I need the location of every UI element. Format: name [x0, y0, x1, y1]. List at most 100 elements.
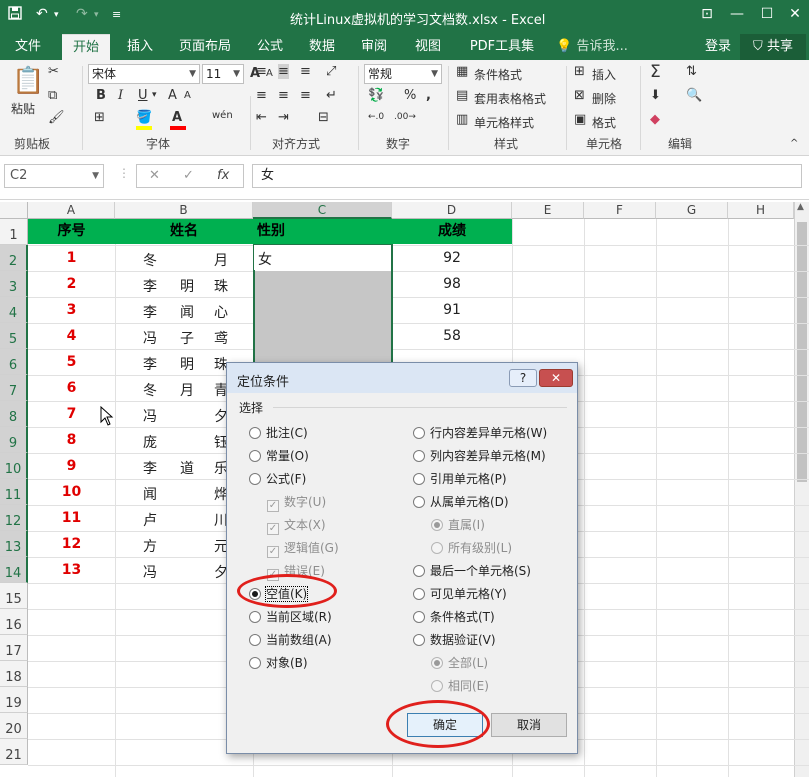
align-right-icon[interactable]: ≡ [300, 88, 311, 103]
orientation-icon[interactable]: ⤢ [326, 64, 336, 79]
row-header-18[interactable]: 18 [0, 661, 28, 687]
border-icon[interactable]: ⊞ [94, 110, 105, 125]
cell-id[interactable]: 8 [28, 432, 115, 448]
cell-id[interactable]: 10 [28, 484, 115, 500]
row-header-14[interactable]: 14 [0, 557, 28, 583]
option-right-7[interactable]: 可见单元格(Y) [413, 586, 507, 602]
login-link[interactable]: 登录 [700, 34, 736, 60]
paste-icon[interactable]: 📋 [12, 66, 44, 96]
table-format-icon[interactable]: ▤ [456, 88, 468, 103]
conditional-format-button[interactable]: 条件格式 [474, 66, 522, 83]
ok-button[interactable]: 确定 [407, 713, 483, 737]
scroll-up-icon[interactable]: ▲ [797, 202, 804, 212]
row-header-19[interactable]: 19 [0, 687, 28, 713]
cell-name-char[interactable]: 冬 [143, 380, 157, 400]
wrap-text-icon[interactable]: ↵ [326, 88, 337, 103]
row-header-7[interactable]: 7 [0, 375, 28, 401]
close-icon[interactable]: ✕ [780, 6, 809, 22]
format-painter-icon[interactable]: 🖌 [48, 110, 65, 125]
vertical-scrollbar[interactable]: ▲ [794, 202, 809, 777]
row-header-15[interactable]: 15 [0, 583, 28, 609]
dialog-titlebar[interactable]: 定位条件 ? ✕ [227, 363, 577, 393]
align-middle-icon[interactable]: ≡ [278, 64, 289, 79]
cell-name-char[interactable]: 冯 [143, 328, 157, 348]
cell-id[interactable]: 12 [28, 536, 115, 552]
minimize-icon[interactable]: — [722, 6, 752, 22]
cell-id[interactable]: 3 [28, 302, 115, 318]
tab-home[interactable]: 开始 [62, 34, 110, 60]
shrink-font-icon[interactable]: A [266, 68, 273, 79]
cell-name-char[interactable]: 月 [214, 250, 228, 270]
column-header-e[interactable]: E [512, 202, 584, 219]
row-header-3[interactable]: 3 [0, 271, 28, 297]
font-size-select[interactable]: 11 ▼ [202, 64, 244, 84]
italic-button[interactable]: I [118, 88, 123, 103]
option-left-8[interactable]: 当前区域(R) [249, 609, 332, 625]
row-header-6[interactable]: 6 [0, 349, 28, 375]
tab-view[interactable]: 视图 [406, 34, 450, 60]
scrollbar-thumb[interactable] [797, 222, 807, 482]
cell-name-char[interactable]: 明 [180, 354, 194, 374]
option-right-0[interactable]: 行内容差异单元格(W) [413, 425, 547, 441]
option-left-10[interactable]: 对象(B) [249, 655, 308, 671]
cell-name-char[interactable]: 李 [143, 354, 157, 374]
row-header-1[interactable]: 1 [0, 219, 28, 245]
row-header-4[interactable]: 4 [0, 297, 28, 323]
increase-decimal-icon[interactable]: ←.0 [368, 112, 384, 122]
delete-cells-icon[interactable]: ⊠ [574, 88, 585, 103]
fill-icon[interactable]: ⬇ [650, 88, 661, 103]
column-header-f[interactable]: F [584, 202, 656, 219]
cell-name-char[interactable]: 子 [180, 328, 194, 348]
tab-insert[interactable]: 插入 [118, 34, 162, 60]
row-header-8[interactable]: 8 [0, 401, 28, 427]
row-header-20[interactable]: 20 [0, 713, 28, 739]
number-format-select[interactable]: 常规 ▼ [364, 64, 442, 84]
autosum-icon[interactable]: Σ [650, 62, 661, 82]
underline-button[interactable]: U [138, 88, 148, 103]
align-top-icon[interactable]: ≡ [256, 64, 267, 79]
cancel-icon[interactable]: ✕ [149, 168, 160, 183]
cell-name-char[interactable]: 闻 [143, 484, 157, 504]
cell-name-char[interactable]: 方 [143, 536, 157, 556]
cell-score[interactable]: 92 [392, 250, 512, 266]
chevron-down-icon[interactable]: ▾ [152, 90, 157, 100]
option-right-2[interactable]: 引用单元格(P) [413, 471, 507, 487]
ribbon-options-icon[interactable]: ⊡ [692, 6, 722, 22]
grow-font-icon-2[interactable]: A [168, 88, 177, 103]
copy-icon[interactable]: ⧉ [48, 88, 57, 103]
column-header-d[interactable]: D [392, 202, 512, 219]
option-left-0[interactable]: 批注(C) [249, 425, 308, 441]
comma-button[interactable]: , [426, 88, 431, 103]
maximize-icon[interactable]: ☐ [752, 6, 782, 22]
column-header-h[interactable]: H [728, 202, 794, 219]
tab-file[interactable]: 文件 [6, 34, 50, 60]
help-button[interactable]: ? [509, 369, 537, 387]
format-cells-icon[interactable]: ▣ [574, 112, 586, 127]
tab-pdf-tools[interactable]: PDF工具集 [462, 34, 542, 60]
sort-filter-icon[interactable]: ⇅ [686, 64, 697, 79]
phonetic-icon[interactable]: wén [212, 110, 233, 121]
option-right-3[interactable]: 从属单元格(D) [413, 494, 509, 510]
font-name-select[interactable]: 宋体 ▼ [88, 64, 200, 84]
formula-input[interactable]: 女 [252, 164, 802, 188]
cell-id[interactable]: 13 [28, 562, 115, 578]
clear-icon[interactable]: ◆ [650, 112, 660, 127]
increase-indent-icon[interactable]: ⇥ [278, 110, 289, 125]
cell-score[interactable]: 58 [392, 328, 512, 344]
header-cell-score[interactable]: 成绩 [392, 219, 512, 244]
redo-dropdown-icon[interactable]: ▾ [94, 10, 99, 20]
cell-name-char[interactable]: 李 [143, 302, 157, 322]
cell-name-char[interactable]: 闻 [180, 302, 194, 322]
option-left-9[interactable]: 当前数组(A) [249, 632, 332, 648]
paste-label[interactable]: 粘贴 [11, 100, 35, 117]
tell-me-box[interactable]: 💡 告诉我... [552, 34, 632, 60]
collapse-ribbon-icon[interactable]: ^ [790, 138, 798, 149]
option-left-1[interactable]: 常量(O) [249, 448, 309, 464]
name-box[interactable]: C2 ▼ [4, 164, 104, 188]
row-header-5[interactable]: 5 [0, 323, 28, 349]
bold-button[interactable]: B [96, 88, 106, 103]
cell-name-char[interactable]: 庞 [143, 432, 157, 452]
select-all-corner[interactable] [0, 202, 28, 219]
cell-name-char[interactable]: 珠 [214, 276, 228, 296]
percent-button[interactable]: % [404, 88, 416, 103]
